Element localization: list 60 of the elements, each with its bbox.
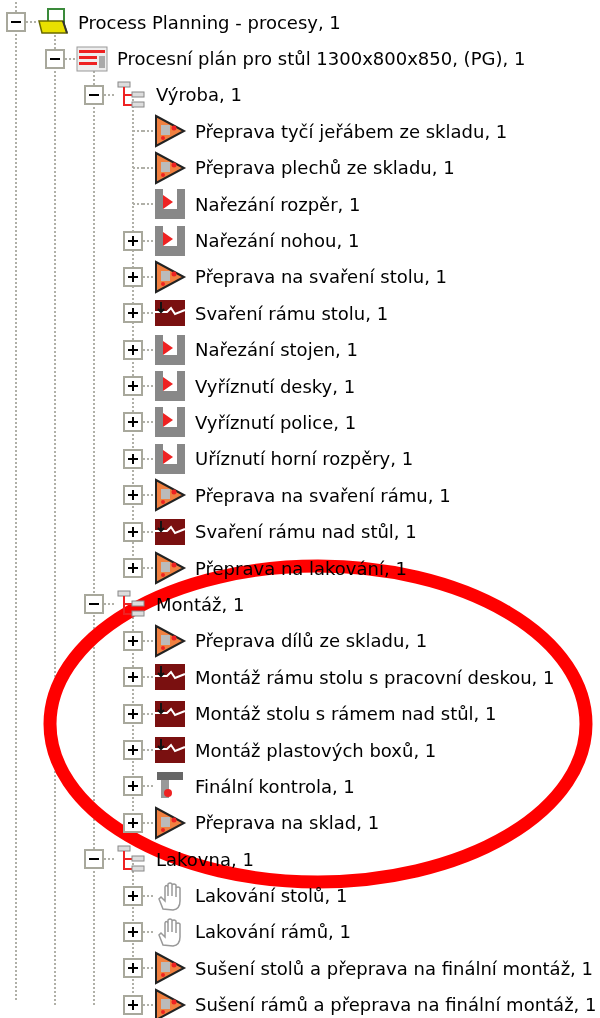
expand-button[interactable] bbox=[123, 921, 143, 942]
triangle-icon bbox=[153, 987, 187, 1018]
expand-button[interactable] bbox=[123, 776, 143, 797]
expand-button[interactable] bbox=[123, 885, 143, 906]
tree-item-label[interactable]: Procesní plán pro stůl 1300x800x850, (PG), 1 bbox=[117, 48, 526, 70]
collapse-button[interactable] bbox=[45, 48, 65, 69]
tree-item-label[interactable]: Montáž stolu s rámem nad stůl, 1 bbox=[195, 703, 497, 725]
tree-item-label[interactable]: Lakování rámů, 1 bbox=[195, 921, 351, 943]
expand-button[interactable] bbox=[123, 485, 143, 506]
tree-item-label[interactable]: Lakování stolů, 1 bbox=[195, 885, 348, 907]
tree-item-label[interactable]: Svaření rámu stolu, 1 bbox=[195, 302, 389, 324]
tree-item-label[interactable]: Výroba, 1 bbox=[156, 84, 242, 106]
collapse-button[interactable] bbox=[84, 849, 104, 870]
tree-item-label[interactable]: Process Planning - procesy, 1 bbox=[78, 11, 341, 33]
triangle-icon bbox=[153, 551, 187, 586]
expand-button[interactable] bbox=[123, 667, 143, 688]
tree-item-label[interactable]: Přeprava plechů ze skladu, 1 bbox=[195, 157, 455, 179]
tree-item-label[interactable]: Nařezání rozpěr, 1 bbox=[195, 193, 361, 215]
expand-button[interactable] bbox=[123, 994, 143, 1015]
collapse-button[interactable] bbox=[84, 594, 104, 615]
tree-item-label[interactable]: Přeprava tyčí jeřábem ze skladu, 1 bbox=[195, 120, 508, 142]
tree-item-label[interactable]: Svaření rámu nad stůl, 1 bbox=[195, 521, 417, 543]
tree-item-label[interactable]: Montáž, 1 bbox=[156, 593, 245, 615]
triangle-icon bbox=[153, 805, 187, 840]
triangle-icon bbox=[153, 259, 187, 294]
expand-button[interactable] bbox=[123, 303, 143, 324]
expand-button[interactable] bbox=[123, 230, 143, 251]
tree-item-label[interactable]: Přeprava na svaření stolu, 1 bbox=[195, 266, 448, 288]
tree-item-label[interactable]: Uříznutí horní rozpěry, 1 bbox=[195, 448, 414, 470]
expand-button[interactable] bbox=[123, 448, 143, 469]
expand-button[interactable] bbox=[123, 376, 143, 397]
expand-button[interactable] bbox=[123, 703, 143, 724]
expand-button[interactable] bbox=[123, 339, 143, 360]
expand-button[interactable] bbox=[123, 630, 143, 651]
collapse-button[interactable] bbox=[6, 12, 26, 33]
tree-item-label[interactable]: Přeprava na svaření rámu, 1 bbox=[195, 484, 451, 506]
expand-button[interactable] bbox=[123, 740, 143, 760]
expand-button[interactable] bbox=[123, 412, 143, 433]
collapse-button[interactable] bbox=[84, 84, 104, 105]
tree-item-label[interactable]: Montáž plastových boxů, 1 bbox=[195, 739, 437, 761]
triangle-icon bbox=[153, 951, 187, 986]
tree-item-label[interactable]: Přeprava dílů ze skladu, 1 bbox=[195, 630, 428, 652]
tree-item-label[interactable]: Finální kontrola, 1 bbox=[195, 775, 355, 797]
tree-item-label[interactable]: Vyříznutí police, 1 bbox=[195, 412, 357, 433]
expand-button[interactable] bbox=[123, 812, 143, 833]
expand-button[interactable] bbox=[123, 558, 143, 579]
tree-item-label[interactable]: Montáž rámu stolu s pracovní deskou, 1 bbox=[195, 666, 555, 688]
expand-button[interactable] bbox=[123, 266, 143, 287]
triangle-icon bbox=[153, 114, 187, 149]
triangle-icon bbox=[153, 623, 187, 658]
triangle-icon bbox=[153, 478, 187, 513]
triangle-icon bbox=[153, 150, 187, 185]
expand-button[interactable] bbox=[123, 958, 143, 979]
tree-item-label[interactable]: Přeprava na sklad, 1 bbox=[195, 812, 380, 834]
tree-item-label[interactable]: Nařezání nohou, 1 bbox=[195, 230, 360, 252]
tree-item-label[interactable]: Sušení stolů a přeprava na finální montáž, 1 bbox=[195, 957, 593, 979]
tree-item-label[interactable]: Sušení rámů a přeprava na finální montáž, 1 bbox=[195, 994, 597, 1016]
tree-item-label[interactable]: Vyříznutí desky, 1 bbox=[195, 375, 356, 397]
tree-item-label[interactable]: Nařezání stojen, 1 bbox=[195, 339, 358, 361]
expand-button[interactable] bbox=[123, 521, 143, 542]
